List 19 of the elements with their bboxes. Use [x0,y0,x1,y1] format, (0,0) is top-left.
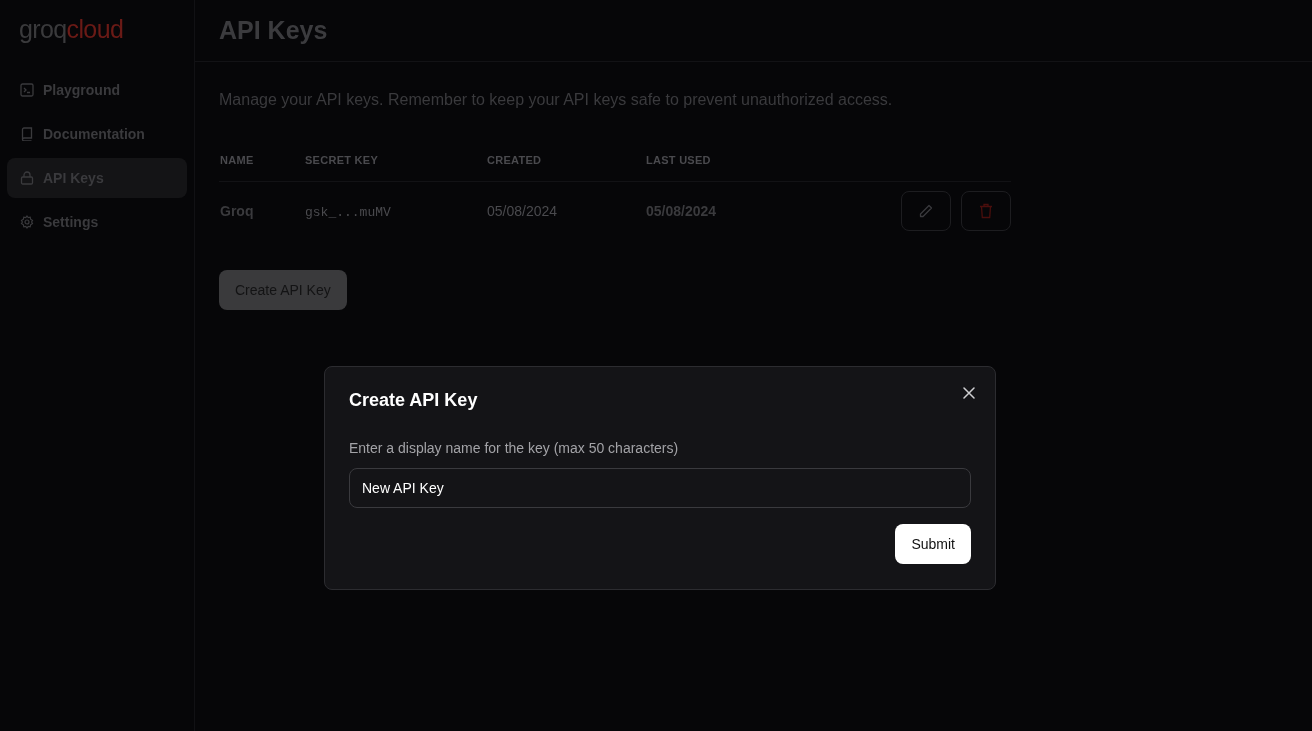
submit-button[interactable]: Submit [895,524,971,564]
column-header: CREATED [486,153,543,168]
edit-button[interactable] [901,191,951,231]
column-header: NAME [219,153,255,168]
table-cell: 05/08/2024 [487,203,558,219]
terminal-icon [20,83,34,97]
settings-icon [20,215,34,229]
trash-icon [979,203,993,219]
lock-icon [20,171,34,185]
dialog-title: Create API Key [349,389,478,412]
pencil-icon [918,203,934,219]
close-icon[interactable] [961,385,977,401]
column-header: SECRET KEY [304,153,380,168]
book-icon [20,127,34,141]
field-label: Enter a display name for the key (max 50 characters) [349,439,680,458]
delete-button[interactable] [961,191,1011,231]
table-cell: gsk_...muMV [305,205,391,220]
display-name-input[interactable]: New API Key [349,468,971,508]
column-header: LAST USED [645,153,712,168]
